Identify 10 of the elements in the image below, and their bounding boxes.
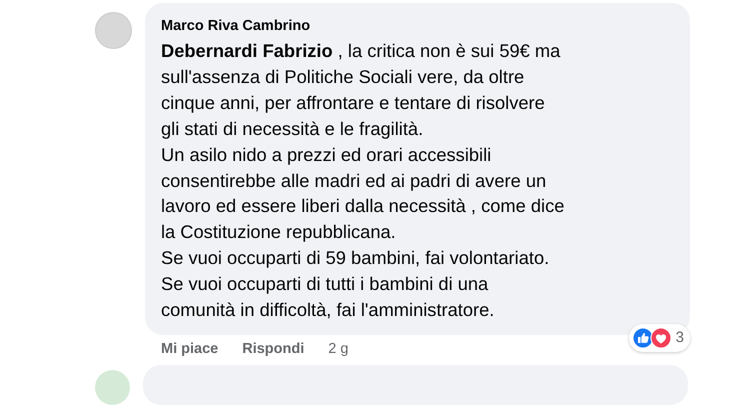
comment-action-link[interactable]: Mi piace: [161, 340, 218, 357]
avatar-placeholder[interactable]: [95, 12, 132, 49]
comment-time[interactable]: 2 g: [328, 340, 348, 357]
author-name[interactable]: Marco Riva Cambrino: [161, 17, 310, 35]
avatar-placeholder[interactable]: [95, 370, 130, 405]
comment-text: Debernardi Fabrizio , la critica non è sui 59€ ma sull'assenza di Politiche Sociali vere, da oltre cinque anni, per affrontare e tentare di risolvere gli stati di necessità e le fragilità. Un asilo nido a prezzi ed orari accessibili consentirebbe alle madri ed ai padri di avere un lavoro ed essere liberi dalla necessità , come dice la Costituzione repubblicana. Se vuoi occuparti di 59 bambini, fai volontariato. Se vuoi occuparti di tutti i bambini di una comunità in difficoltà, fai l'amministratore.: [161, 39, 566, 322]
thumbs-up-icon: [632, 326, 654, 349]
reactions-badge[interactable]: 3: [628, 324, 690, 352]
comment-action-link[interactable]: Rispondi: [242, 340, 304, 357]
reaction-count: 3: [676, 329, 684, 346]
